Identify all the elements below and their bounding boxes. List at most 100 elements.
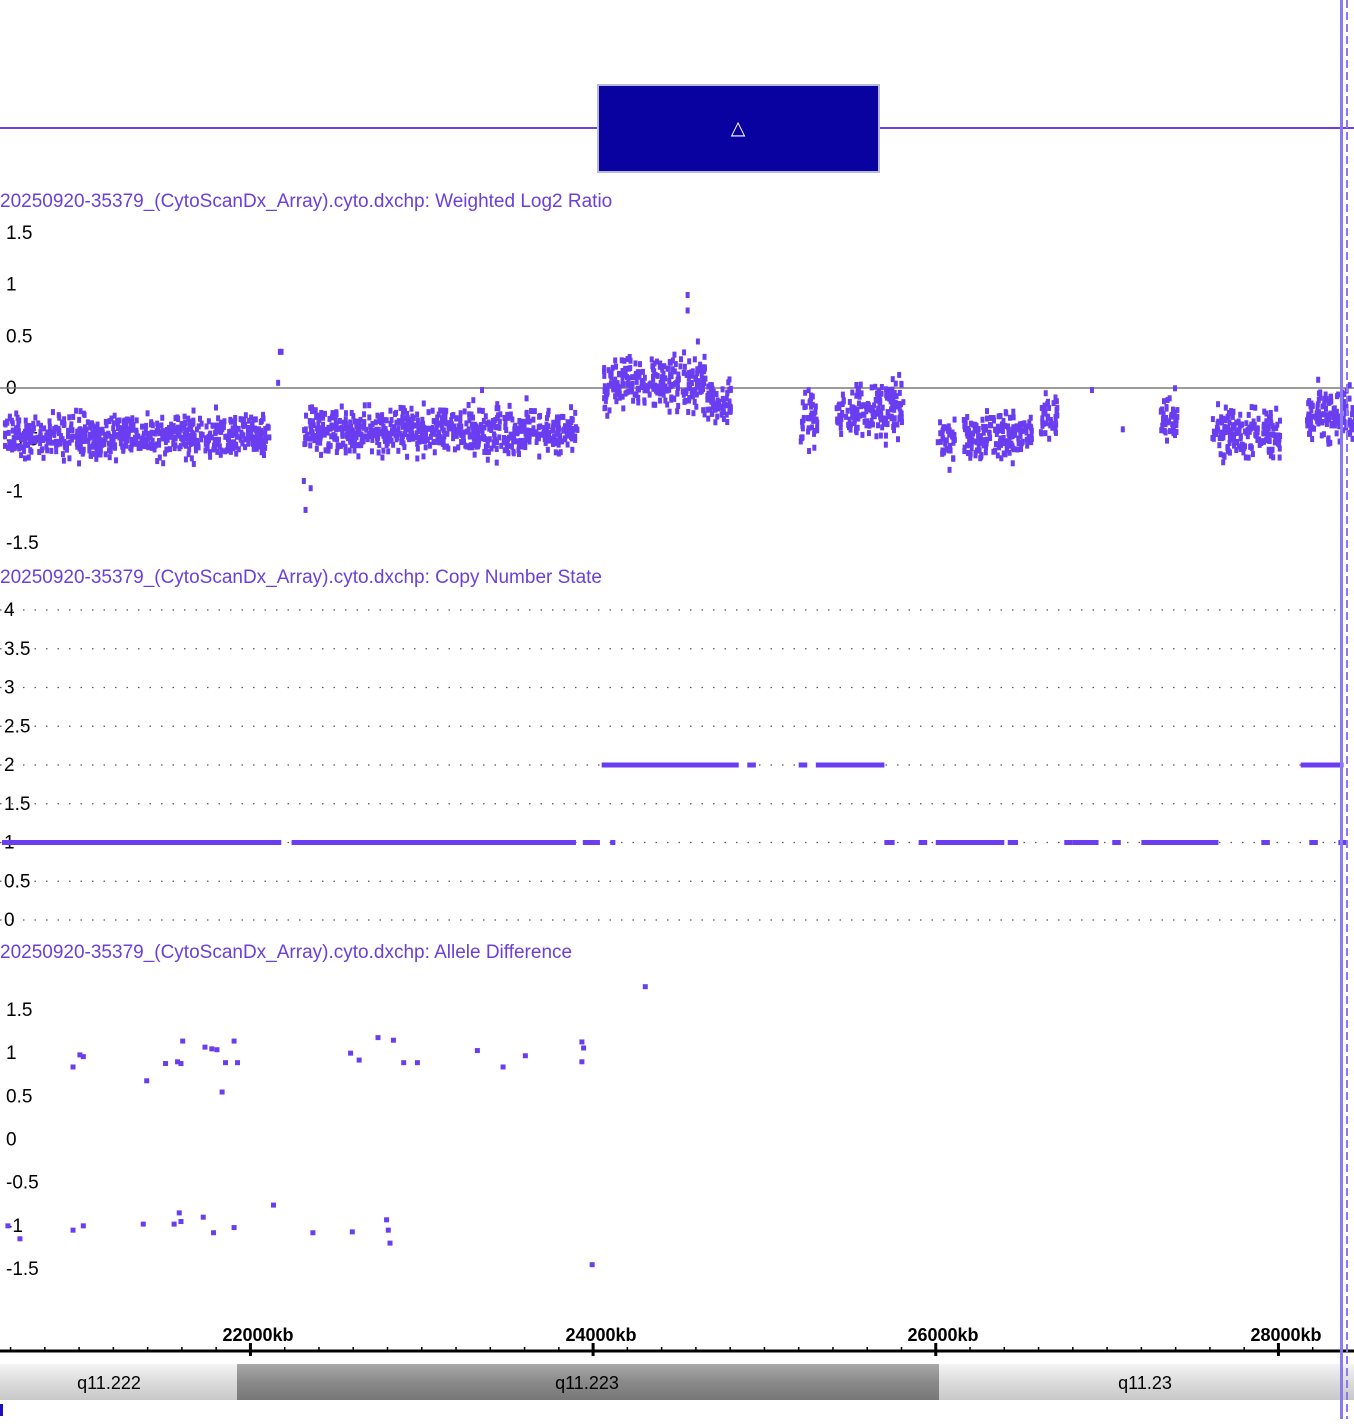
log2-point bbox=[126, 429, 131, 436]
log2-point bbox=[1055, 405, 1060, 412]
log2-point bbox=[1159, 407, 1164, 414]
cn-segment[interactable] bbox=[798, 762, 808, 768]
cn-segment[interactable] bbox=[291, 840, 576, 845]
cn-segment[interactable] bbox=[935, 840, 1005, 845]
log2-point bbox=[369, 448, 374, 455]
cn-segment[interactable] bbox=[1261, 840, 1270, 845]
log2-point bbox=[308, 422, 313, 429]
log2-point bbox=[83, 434, 88, 441]
ad-point bbox=[70, 1064, 76, 1070]
log2-point bbox=[1334, 430, 1339, 437]
cn-segment[interactable] bbox=[582, 840, 600, 845]
cn-segment[interactable] bbox=[1072, 840, 1099, 845]
log2-point bbox=[879, 383, 884, 390]
cn-segment[interactable] bbox=[610, 840, 616, 845]
log2-point bbox=[23, 417, 28, 424]
log2-point bbox=[998, 413, 1003, 420]
cn-segment[interactable] bbox=[1309, 840, 1318, 845]
cn-segment[interactable] bbox=[747, 762, 756, 768]
log2-point bbox=[1046, 414, 1051, 421]
log2-point bbox=[85, 419, 90, 426]
log2-point bbox=[129, 446, 134, 453]
log2-point bbox=[343, 410, 348, 417]
log2-point bbox=[310, 404, 315, 411]
log2-point bbox=[686, 397, 691, 404]
cn-segment[interactable] bbox=[1064, 840, 1073, 845]
log2-point bbox=[178, 426, 183, 433]
log2-point bbox=[839, 430, 844, 437]
log2-point bbox=[214, 422, 219, 429]
log2-point bbox=[246, 425, 251, 432]
log2-point bbox=[687, 358, 692, 365]
log2-point bbox=[349, 428, 354, 435]
cn-segment[interactable] bbox=[815, 762, 885, 768]
log2-point bbox=[198, 431, 203, 438]
position-axis: 22000kb 24000kb 26000kb 28000kb bbox=[0, 1325, 1354, 1356]
cn-tick-label: 2.5 bbox=[4, 716, 30, 737]
ad-tick-label: -1.5 bbox=[6, 1259, 39, 1280]
log2-point bbox=[251, 441, 256, 448]
log2-point bbox=[124, 442, 129, 449]
log2-point bbox=[984, 426, 989, 433]
ad-point bbox=[375, 1035, 381, 1041]
log2-point bbox=[26, 454, 31, 461]
log2-point bbox=[396, 447, 401, 454]
log2-point bbox=[310, 429, 315, 436]
cn-segment[interactable] bbox=[601, 762, 739, 768]
log2-point bbox=[628, 357, 633, 364]
log2-point bbox=[304, 412, 309, 419]
log2-point bbox=[654, 358, 659, 365]
ad-point bbox=[579, 1059, 585, 1065]
log2-point bbox=[242, 417, 247, 424]
cn-segment[interactable] bbox=[2, 840, 282, 845]
log2-point bbox=[1256, 415, 1261, 422]
log2-point bbox=[446, 445, 451, 452]
log2-point bbox=[876, 405, 881, 412]
log2-point bbox=[662, 363, 667, 370]
ad-point bbox=[385, 1227, 391, 1233]
log2-point bbox=[172, 426, 177, 433]
log2-point bbox=[183, 428, 188, 435]
cn-segment[interactable] bbox=[884, 840, 895, 845]
log2-point bbox=[218, 451, 223, 458]
log2-point bbox=[47, 418, 52, 425]
log2-point bbox=[1266, 446, 1271, 453]
log2-point bbox=[130, 422, 135, 429]
allele-difference-track: 1.510.50-0.5-1-1.5 bbox=[5, 984, 648, 1280]
log2-point bbox=[494, 459, 499, 466]
log2-point bbox=[21, 447, 26, 454]
cn-segment[interactable] bbox=[1141, 840, 1219, 845]
log2-point bbox=[995, 427, 1000, 434]
log2-point bbox=[531, 416, 536, 423]
view-edge-marker[interactable] bbox=[1340, 0, 1348, 1419]
log2-point bbox=[969, 445, 974, 452]
log2-point bbox=[642, 397, 647, 404]
log2-point bbox=[875, 422, 880, 429]
log2-point bbox=[421, 421, 426, 428]
log2-point bbox=[984, 415, 989, 422]
log2-point bbox=[325, 429, 330, 436]
log2-point bbox=[334, 411, 339, 418]
log2-point bbox=[512, 437, 517, 444]
log2-point bbox=[375, 412, 380, 419]
log2-point bbox=[52, 426, 57, 433]
log2-point bbox=[976, 434, 981, 441]
log2-point bbox=[400, 414, 405, 421]
cn-segment[interactable] bbox=[1112, 840, 1121, 845]
log2-point bbox=[570, 446, 575, 453]
log2-point bbox=[1011, 414, 1016, 421]
log2-point bbox=[383, 434, 388, 441]
log2-point bbox=[667, 408, 672, 415]
cn-tick-label: 3 bbox=[4, 678, 15, 699]
cn-segment[interactable] bbox=[1300, 762, 1344, 768]
cn-segment[interactable] bbox=[918, 840, 928, 845]
log2-point bbox=[183, 420, 188, 427]
log2-point bbox=[49, 447, 54, 454]
log2-point bbox=[35, 434, 40, 441]
log2-point bbox=[279, 348, 284, 355]
cn-segment[interactable] bbox=[1007, 840, 1019, 845]
log2-point bbox=[521, 425, 526, 432]
log2-point bbox=[542, 425, 547, 432]
log2-point bbox=[159, 422, 164, 429]
log2-point bbox=[973, 450, 978, 457]
